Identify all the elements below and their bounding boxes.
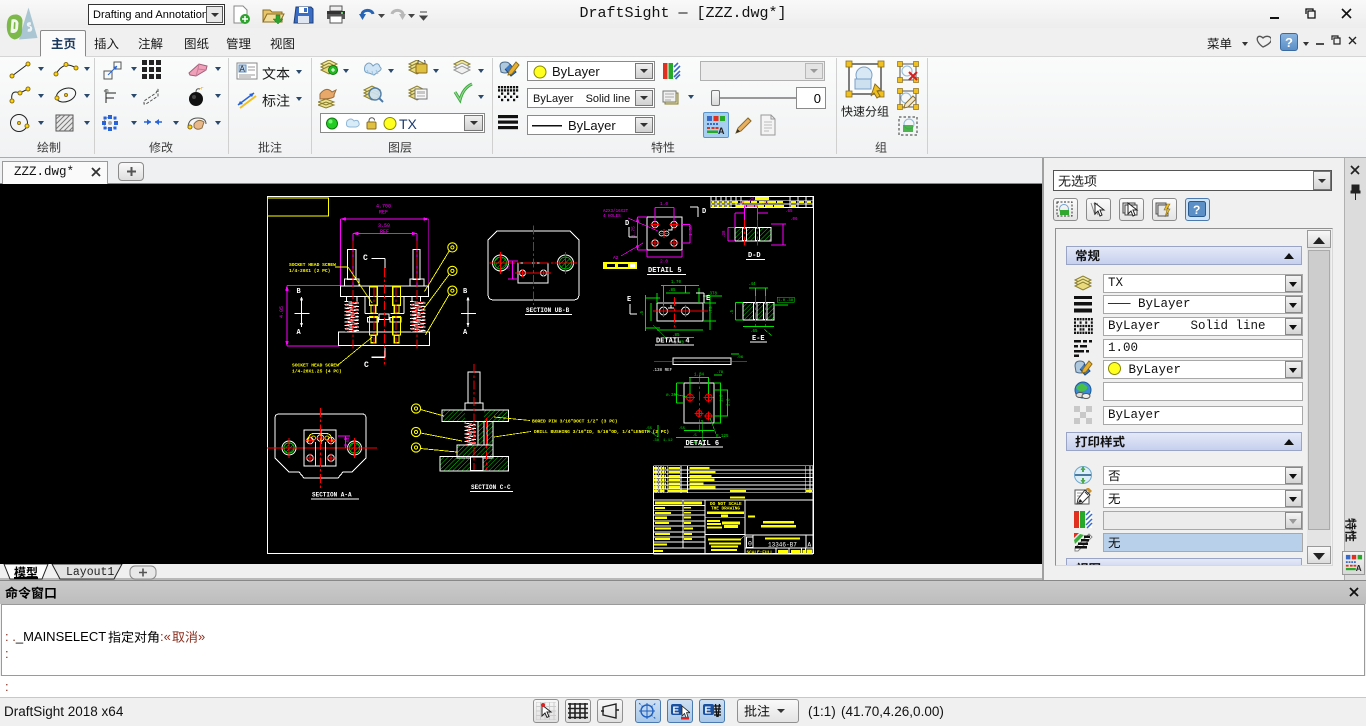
svg-text:1.75: 1.75 [631,226,637,237]
svg-text:.5: .5 [641,310,645,316]
svg-text:SECTION UB-B: SECTION UB-B [526,307,570,314]
svg-text:BORED PIN 3/16"DOCT 1/2" (3 PC: BORED PIN 3/16"DOCT 1/2" (3 PC) [532,419,617,425]
svg-text:A: A [1356,564,1362,572]
svg-text:.5: .5 [731,309,735,315]
svg-text:DRILL BUSHING 3/16"ID, 5/16"OD: DRILL BUSHING 3/16"ID, 5/16"OD, 1/4"LENG… [534,429,669,435]
svg-text:4.05: 4.05 [279,306,285,318]
svg-text:.25: .25 [761,202,769,206]
svg-text:A2: A2 [613,255,619,261]
svg-text:D-D: D-D [748,252,761,260]
svg-text:THE DRAWING: THE DRAWING [711,507,740,512]
svg-text:.64: .64 [347,437,351,445]
svg-text:.78: .78 [716,371,724,375]
svg-text:A: A [240,65,246,74]
svg-text:.65: .65 [785,210,793,214]
svg-text:4 HOLES: 4 HOLES [603,215,621,219]
svg-text:1.50: 1.50 [688,225,694,236]
svg-text:C: C [364,361,369,370]
svg-text:1/4-20X1 (2 PC): 1/4-20X1 (2 PC) [289,268,330,274]
svg-text:DETAIL 6: DETAIL 6 [686,440,720,448]
svg-text:.44: .44 [748,283,756,287]
svg-text:2.0: 2.0 [660,259,668,265]
svg-text:?: ? [1193,203,1200,217]
svg-text:.38: .38 [652,439,660,443]
svg-text:1.0: 1.0 [721,394,725,402]
svg-text:REF: REF [380,229,389,235]
svg-text:SOCKET HEAD SCREW: SOCKET HEAD SCREW [289,262,336,268]
svg-text:A: A [297,329,302,337]
svg-text:.62: .62 [508,264,512,272]
svg-text:SCALE:FULL: SCALE:FULL [747,551,774,556]
svg-text:.06: .06 [790,218,798,222]
svg-text:.85: .85 [668,289,676,293]
svg-text:1.12: 1.12 [663,439,673,443]
svg-text:.65: .65 [750,330,758,334]
svg-text:A2X3/16X2T: A2X3/16X2T [603,209,629,214]
svg-text:A: A [463,329,468,337]
svg-text:.38: .38 [786,299,794,303]
svg-text:E: E [705,706,712,717]
svg-text:REF: REF [379,210,388,216]
svg-text:0: 0 [748,541,752,548]
svg-text:.38: .38 [723,230,727,238]
svg-text:1.0: 1.0 [660,201,668,207]
svg-text:2.0: 2.0 [728,398,732,406]
svg-text:B: B [297,288,302,296]
svg-text:1.04: 1.04 [694,374,705,378]
svg-text:.75: .75 [710,306,714,314]
svg-text:1.70: 1.70 [671,281,682,285]
svg-text:D: D [625,220,629,228]
svg-text:.55: .55 [678,427,686,431]
svg-text:.38: .38 [737,202,745,206]
svg-text:DETAIL 5: DETAIL 5 [648,267,682,275]
svg-text:D: D [702,208,706,216]
svg-text:.06: .06 [736,356,744,360]
svg-text:.138 REF: .138 REF [652,369,673,373]
svg-text:C: C [363,254,368,263]
svg-text:1.0: 1.0 [778,299,786,303]
svg-text:R.125: R.125 [716,435,729,439]
svg-text:E: E [627,296,631,304]
svg-text:SOCKET HEAD SCREW: SOCKET HEAD SCREW [292,363,339,369]
svg-text:E: E [706,295,710,303]
svg-text:SECTION C-C: SECTION C-C [471,484,511,491]
svg-text:A: A [808,542,812,549]
svg-text:13346-B7: 13346-B7 [768,542,797,549]
svg-text:.5: .5 [692,434,697,438]
svg-text:1/4-20X1.25 (4 PC): 1/4-20X1.25 (4 PC) [292,369,342,375]
svg-text:E: E [673,706,680,717]
svg-text:A: A [718,126,725,135]
svg-text:SECTION A-A: SECTION A-A [312,492,352,499]
svg-text:⌀.38: ⌀.38 [666,393,677,398]
svg-text:B: B [463,288,468,296]
svg-text:.25: .25 [747,199,755,203]
svg-text:DETAIL 4: DETAIL 4 [656,338,690,346]
